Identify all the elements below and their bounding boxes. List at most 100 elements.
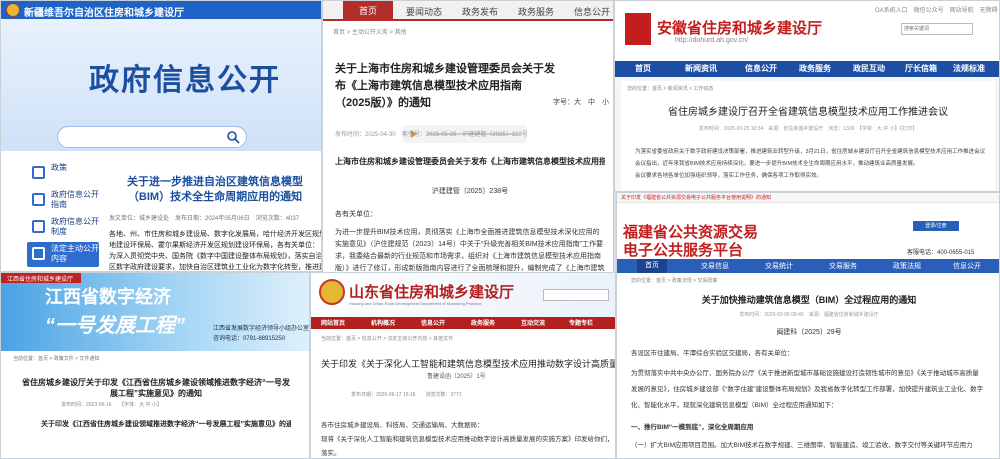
national-emblem-icon <box>319 279 345 305</box>
body-line: 各有关单位： <box>335 211 377 218</box>
body-line: 为贯彻落实中共中央办公厅、国务院办公厅《关于推进新型城市基础设施建设打造韧性城市… <box>631 370 979 377</box>
site-title[interactable]: 安徽省住房和城乡建设厅 <box>657 17 822 38</box>
main-nav: 首页 新闻资讯 信息公开 政务服务 政民互动 厅长信箱 法规标准 <box>615 61 999 77</box>
article-title: 省住房城乡建设厅关于印发《江西省住房城乡建设领域推进数字经济“一号发展工程”实施… <box>22 378 290 398</box>
nav-statistics[interactable]: 交易统计 <box>765 261 793 271</box>
nav-regulations[interactable]: 政策法规 <box>893 261 921 271</box>
body-line: 求，我委结合最新的行业规范和市场需求，组织对《上海市建筑信息模型技术应用指南（2… <box>335 253 605 260</box>
banner: 江西省住房和城乡建设厅 江西省数字经济 “一号发展工程” 江西省发展数字经济领导… <box>1 273 309 351</box>
phone-number: 客服电话：400-0655-015 <box>907 250 975 256</box>
login-button[interactable]: 登录/注册 <box>913 221 959 231</box>
article-line: 各地、州、市住房和城乡建设局、数字化发展局，哈什经济开发区规划土 <box>109 231 321 238</box>
article-title: 省住房城乡建设厅召开全省建筑信息模型技术应用工作推进会议 <box>668 107 948 118</box>
article-title: 关于印发《关于深化人工智能和建筑信息模型技术应用推动数字设计高质量发展的通知》 <box>321 359 615 369</box>
nav-home[interactable]: 首页 <box>635 63 651 74</box>
sidebar-item-system[interactable]: 政府信息公开制度 <box>27 215 99 240</box>
nav-home[interactable]: 首页 <box>637 259 667 273</box>
nav-releases[interactable]: 政务发布 <box>455 5 505 18</box>
breadcrumb[interactable]: 首页 > 主动公开义务 > 其他 <box>333 27 407 36</box>
site-header: 福建省公共资源交易 电子公共服务平台 登录/注册 客服电话：400-0655-0… <box>617 203 999 259</box>
document-number: 鲁建设函〔2025〕1号 <box>427 374 486 380</box>
article-meta: 发布日期：2025-06-17 16:16 浏览次数：3771 <box>351 392 462 398</box>
nav-home[interactable]: 首页 <box>343 1 393 21</box>
nav-disclosure[interactable]: 信息公开 <box>421 318 445 327</box>
sidebar-item-policy[interactable]: 政策 <box>27 161 99 186</box>
nav-disclosure[interactable]: 信息公开 <box>567 5 613 18</box>
sidebar-item-statutory[interactable]: 法定主动公开内容 <box>27 242 99 267</box>
shanghai-panel: 首页 要闻动态 政务发布 政务服务 信息公开 首页 > 主动公开义务 > 其他 … <box>322 0 614 292</box>
article: 关于进一步推进自治区建筑信息模型（BIM）技术全生命周期应用的通知 发文单位：城… <box>101 161 321 271</box>
body-line: 会议要求各地各单位加强组织领导，落实工作任务，确保各项工作取得实效。 <box>635 173 823 179</box>
body-line: 为进一步提升BIM技术应用，贯彻落实《上海市全面推进建筑信息模型技术深化应用的 <box>335 229 600 236</box>
nav-services[interactable]: 政务服务 <box>799 63 831 74</box>
banner-slogan: “一号发展工程” <box>45 315 185 337</box>
nav-services[interactable]: 政务服务 <box>511 5 561 18</box>
body-line: 各设区市住建局、平潭综合实验区交建局，各有关单位： <box>631 350 794 357</box>
nav-news[interactable]: 新闻资讯 <box>685 63 717 74</box>
nav-news[interactable]: 要闻动态 <box>399 5 449 18</box>
article-meta: 发文单位：城乡建设处 发布日期：2024年05月06日 浏览次数：4037 <box>109 216 300 222</box>
nav-service[interactable]: 交易服务 <box>829 261 857 271</box>
site-header: 新疆维吾尔自治区住房和城乡建设厅 <box>1 1 321 19</box>
body-line: 落实。 <box>321 450 341 457</box>
breadcrumb[interactable]: 当前位置：首页 > 信息公开 > 法定主动公开内容 > 其他文件 <box>321 335 453 342</box>
article-meta: 发布时间：2025-02-06 08:45 来源：福建省住房和城乡建设厅 <box>739 312 879 318</box>
nav-home[interactable]: 网站首页 <box>321 318 345 327</box>
breadcrumb[interactable]: 您的位置：首页 > 新闻资讯 > 工作动态 <box>627 85 713 92</box>
search-input[interactable] <box>57 126 247 148</box>
article-meta: 发布时间：2025-04-30 索引号：2025-05-29 沪建建管〔2025… <box>335 132 528 138</box>
article-title: 关于进一步推进自治区建筑信息模型（BIM）技术全生命周期应用的通知 <box>127 176 303 203</box>
article-meta: 发布时间：2023-06-16 【字体：大 中 小】 <box>61 402 162 408</box>
top-link[interactable]: 关于印发《福建省公共资源交易电子公共服务平台使用说明》的通知 <box>621 194 771 201</box>
nav-mailbox[interactable]: 厅长信箱 <box>905 63 937 74</box>
site-title[interactable]: 新疆维吾尔自治区住房和城乡建设厅 <box>24 4 184 19</box>
banner: 政府信息公开 <box>1 19 321 151</box>
national-emblem-icon <box>6 3 20 17</box>
site-english-title: Housing and Urban-Rural Development Depa… <box>349 301 482 306</box>
site-url: http://dohurd.ah.gov.cn/ <box>675 37 749 44</box>
search-icon[interactable] <box>226 130 240 144</box>
breadcrumb[interactable]: 您的位置：首页 > 政策法规 > 交易政策 <box>631 277 717 284</box>
banner-title: 江西省数字经济 <box>45 287 171 307</box>
document-number: 沪建建管〔2025〕238号 <box>431 188 509 195</box>
nav-disclosure[interactable]: 信息公开 <box>745 63 777 74</box>
article-line: 地建设环保局、霍尔果斯经济开发区规划建设环保局，各有关单位： <box>109 242 319 249</box>
banner-phone: 咨询电话：0791-88915250 <box>213 336 286 342</box>
article-card: 您的位置：首页 > 新闻资讯 > 工作动态 省住房城乡建设厅召开全省建筑信息模型… <box>621 81 995 191</box>
body-line: 现将《关于深化人工智能和建筑信息模型技术应用推动数字设计高质量发展的实施方案》印… <box>321 436 611 443</box>
nav-topics[interactable]: 专题专栏 <box>569 318 593 327</box>
search-input[interactable] <box>901 23 973 35</box>
article-title: 关于上海市住房和城乡建设管理委员会关于发布《上海市建筑信息模型技术应用指南（20… <box>335 63 555 109</box>
site-subtitle: 电子公共服务平台 <box>623 242 744 259</box>
nav-about[interactable]: 机构概况 <box>371 318 395 327</box>
body-line: （一）扩大BIM应用项目范围。加大BIM技术在数字规建、三维图审、智能建造、竣工… <box>631 442 973 449</box>
nav-regulations[interactable]: 法规标准 <box>953 63 985 74</box>
sidebar: 政策 政府信息公开指南 政府信息公开制度 法定主动公开内容 <box>27 161 99 271</box>
body-line: 实施意见》（沪住建规范〔2023〕14号）中关于“升级完善相关BIM技术应用指南… <box>335 241 603 248</box>
site-header: 安徽省住房和城乡建设厅 http://dohurd.ah.gov.cn/ OA系… <box>615 1 999 61</box>
main-nav: 首页 交易信息 交易统计 交易服务 政策法规 信息公开 <box>617 259 999 273</box>
nav-disclosure[interactable]: 信息公开 <box>953 261 981 271</box>
site-title[interactable]: 山东省住房和城乡建设厅 <box>349 281 514 302</box>
nav-trading-info[interactable]: 交易信息 <box>701 261 729 271</box>
search-input[interactable] <box>543 289 609 301</box>
main-nav: 网站首页 机构概况 信息公开 政务服务 互动交流 专题专栏 <box>311 317 615 329</box>
rules-icon <box>32 220 45 233</box>
sidebar-item-guide[interactable]: 政府信息公开指南 <box>27 188 99 213</box>
main-nav: 首页 要闻动态 政务发布 政务服务 信息公开 <box>323 1 613 21</box>
nav-interaction[interactable]: 政民互动 <box>853 63 885 74</box>
nav-services[interactable]: 政务服务 <box>471 318 495 327</box>
article-title: 关于加快推动建筑信息模型（BIM）全过程应用的通知 <box>701 295 917 305</box>
logo-icon <box>625 13 651 45</box>
jiangxi-panel: 江西省住房和城乡建设厅 江西省数字经济 “一号发展工程” 江西省发展数字经济领导… <box>0 272 310 459</box>
top-links[interactable]: OA系统入口 微信公众号 网站导航 无障碍 <box>875 5 998 14</box>
banner-title: 政府信息公开 <box>89 64 281 97</box>
font-size-control[interactable]: 字号：大 中 小 <box>553 97 609 107</box>
list-icon <box>32 247 45 260</box>
breadcrumb[interactable]: 当前位置：首页 > 政策文件 > 文件通知 <box>13 355 99 362</box>
nav-interaction[interactable]: 互动交流 <box>521 318 545 327</box>
fujian-panel: 关于印发《福建省公共资源交易电子公共服务平台使用说明》的通知 福建省公共资源交易… <box>616 192 1000 459</box>
xinjiang-panel: 新疆维吾尔自治区住房和城乡建设厅 政府信息公开 政策 政府信息公开指南 政府信息… <box>0 0 322 272</box>
top-label[interactable]: 江西省住房和城乡建设厅 <box>7 274 73 283</box>
site-header: 山东省住房和城乡建设厅 Housing and Urban-Rural Deve… <box>311 273 615 317</box>
